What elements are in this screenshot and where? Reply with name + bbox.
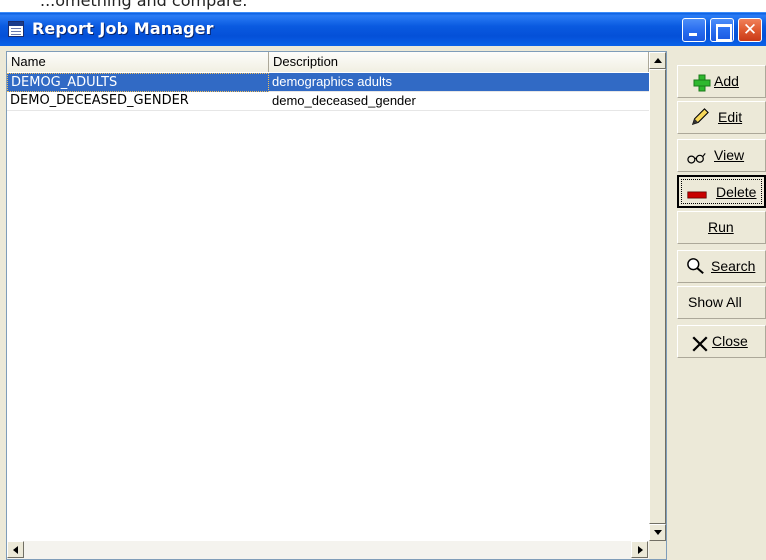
add-button[interactable]: Add <box>677 65 766 98</box>
column-header-description[interactable]: Description <box>269 52 649 72</box>
row-name: DEMO_DECEASED_GENDER <box>7 92 269 111</box>
green-plus-icon <box>693 74 711 92</box>
window-title: Report Job Manager <box>32 19 214 38</box>
title-bar[interactable]: Report Job Manager ✕ <box>0 12 766 46</box>
table-icon <box>8 21 24 37</box>
x-icon <box>692 336 708 352</box>
row-name: DEMOG_ADULTS <box>7 73 269 92</box>
delete-button[interactable]: Delete <box>677 175 766 208</box>
edit-label: Edit <box>718 109 743 125</box>
vertical-scroll-thumb[interactable] <box>649 69 666 524</box>
list-row[interactable]: DEMOG_ADULTS demographics adults <box>7 73 649 92</box>
run-button[interactable]: Run <box>677 211 766 244</box>
arrow-left-icon <box>13 546 18 554</box>
show-all-button[interactable]: Show All <box>677 286 766 319</box>
close-icon: ✕ <box>742 20 758 40</box>
view-button[interactable]: View <box>677 139 766 172</box>
background-text: ...omething and compare: <box>40 0 248 10</box>
row-description: demo_deceased_gender <box>269 92 649 111</box>
horizontal-scrollbar[interactable] <box>7 541 649 559</box>
view-label: View <box>714 147 745 163</box>
arrow-down-icon <box>654 530 662 535</box>
search-label: Search <box>711 258 756 274</box>
add-label: Add <box>714 73 739 89</box>
background-window-text-strip: ...omething and compare: <box>0 0 766 12</box>
delete-label: Delete <box>716 184 757 200</box>
report-job-manager-window: Report Job Manager ✕ Name Description DE… <box>0 12 766 560</box>
report-job-list[interactable]: Name Description DEMOG_ADULTS demographi… <box>6 51 667 560</box>
maximize-button[interactable] <box>710 18 734 42</box>
arrow-up-icon <box>654 58 662 63</box>
scroll-right-button[interactable] <box>631 541 648 558</box>
magnifier-icon <box>687 258 704 274</box>
action-button-panel: Add Edit View Delete Run Search Show All… <box>674 51 766 560</box>
scroll-up-button[interactable] <box>649 52 666 69</box>
vertical-scrollbar[interactable] <box>649 52 666 541</box>
list-header: Name Description <box>7 52 649 72</box>
row-description: demographics adults <box>269 73 649 92</box>
close-button[interactable]: Close <box>677 325 766 358</box>
scroll-down-button[interactable] <box>649 524 666 541</box>
close-window-button[interactable]: ✕ <box>738 18 762 42</box>
show-all-label: Show All <box>688 294 742 310</box>
scrollbar-corner <box>649 541 666 559</box>
list-rows: DEMOG_ADULTS demographics adults DEMO_DE… <box>7 73 649 111</box>
list-row[interactable]: DEMO_DECEASED_GENDER demo_deceased_gende… <box>7 92 649 111</box>
column-header-name[interactable]: Name <box>7 52 269 72</box>
pencil-icon <box>691 108 709 126</box>
arrow-right-icon <box>638 546 643 554</box>
search-button[interactable]: Search <box>677 250 766 283</box>
close-label: Close <box>712 333 748 349</box>
minimize-button[interactable] <box>682 18 706 42</box>
run-label: Run <box>708 219 734 235</box>
scroll-left-button[interactable] <box>7 541 24 558</box>
red-minus-icon <box>687 191 707 199</box>
edit-button[interactable]: Edit <box>677 101 766 134</box>
glasses-icon <box>687 153 706 164</box>
